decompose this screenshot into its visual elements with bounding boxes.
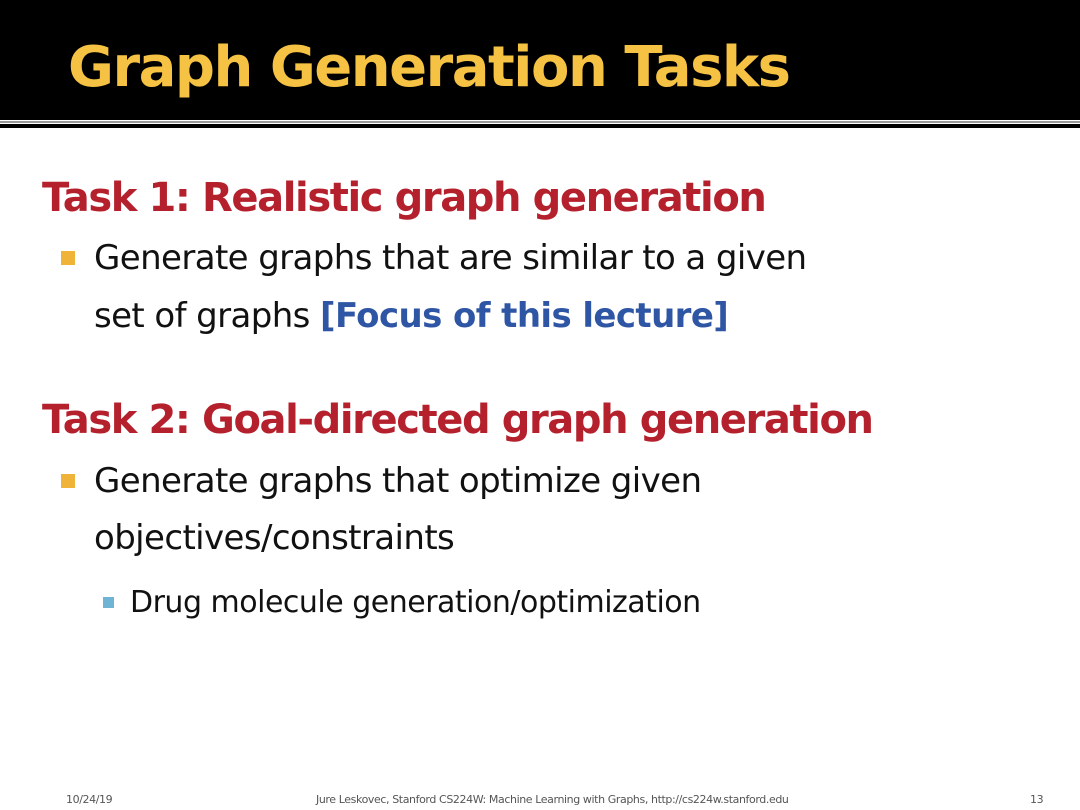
task-1-heading: Task 1: Realistic graph generation [42, 175, 767, 221]
task-1-bullet-line-2: set of graphs [Focus of this lecture] [94, 287, 729, 345]
slide-title: Graph Generation Tasks [68, 35, 791, 100]
task-2-bullet-line-2: objectives/constraints [94, 518, 455, 558]
task-1-bullet-text: set of graphs [94, 296, 320, 336]
lecture-focus-note: [Focus of this lecture] [320, 296, 729, 336]
square-bullet-icon [61, 251, 75, 265]
footer-page-number: 13 [1030, 793, 1044, 806]
title-divider-black [0, 124, 1080, 128]
footer-date: 10/24/19 [66, 793, 113, 806]
task-2-heading: Task 2: Goal-directed graph generation [42, 397, 874, 443]
square-bullet-icon [61, 474, 75, 488]
task-2-bullet-line-1: Generate graphs that optimize given [94, 461, 702, 501]
task-2-sub-bullet: Drug molecule generation/optimization [130, 585, 701, 620]
footer-credit: Jure Leskovec, Stanford CS224W: Machine … [316, 793, 789, 806]
task-1-bullet-line-1: Generate graphs that are similar to a gi… [94, 238, 807, 278]
square-sub-bullet-icon [103, 597, 114, 608]
title-divider-grey [0, 121, 1080, 123]
